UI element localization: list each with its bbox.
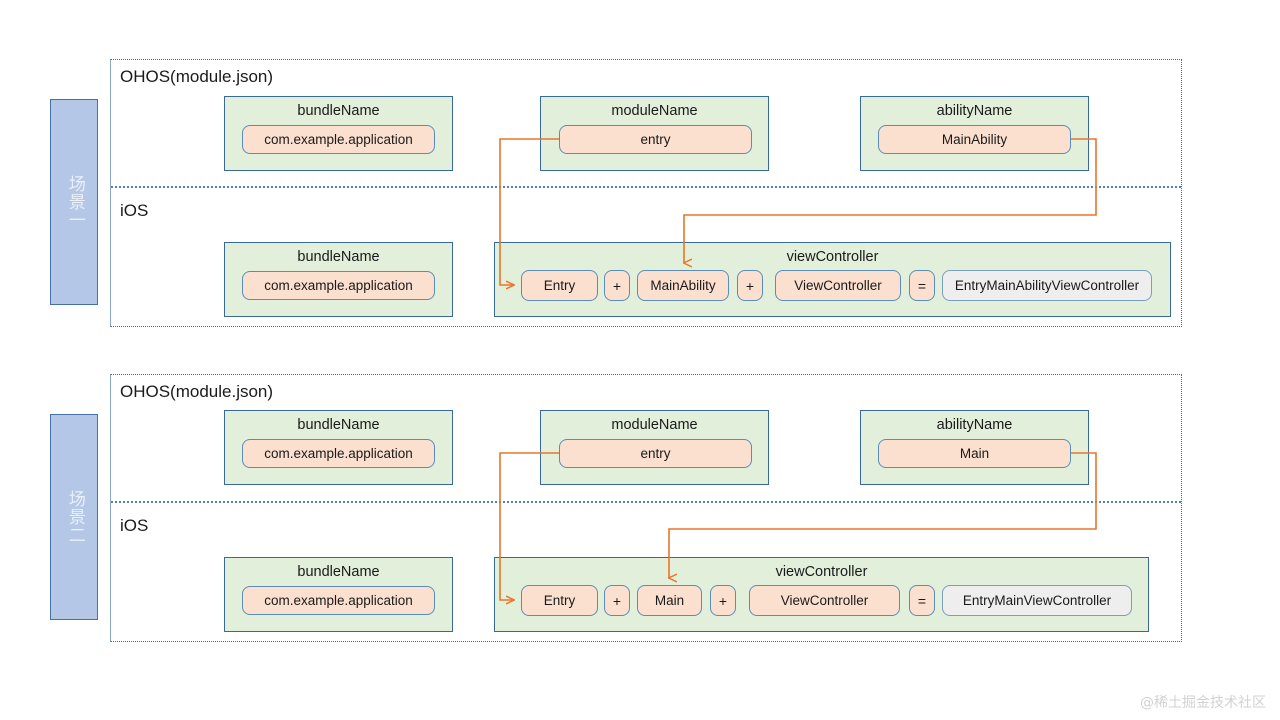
scenario-2-ios-part-equals: = [909, 585, 935, 616]
scenario-tab-2: 场景二 [50, 414, 98, 620]
scenario-1-ohos-bundlename-title: bundleName [297, 103, 380, 119]
scenario-1-ios-bundlename-value[interactable]: com.example.application [242, 271, 435, 300]
scenario-2-ios-bundlename-value[interactable]: com.example.application [242, 586, 435, 615]
diagram-canvas: 场景一 OHOS(module.json) iOS bundleName com… [0, 0, 1280, 720]
scenario-1-ios-part-abilityname[interactable]: MainAbility [637, 270, 729, 301]
scenario-tab-1-label: 场景一 [64, 175, 85, 229]
scenario-2-ohos-label: OHOS(module.json) [120, 382, 274, 401]
scenario-1-ohos-abilityname-value[interactable]: MainAbility [878, 125, 1071, 154]
scenario-2-ios-part-plus-2: + [710, 585, 736, 616]
scenario-2-ohos-bundlename-title: bundleName [297, 417, 380, 433]
scenario-2-ohos-modulename-value[interactable]: entry [559, 439, 752, 468]
scenario-1-ios-part-viewcontroller[interactable]: ViewController [775, 270, 901, 301]
scenario-1-ios-part-plus-2: + [737, 270, 763, 301]
scenario-tab-2-label: 场景二 [64, 490, 85, 544]
scenario-1-ios-viewcontroller-title: viewController [786, 249, 879, 265]
scenario-2-ios-part-plus-1: + [604, 585, 630, 616]
scenario-1-ohos-modulename-value[interactable]: entry [559, 125, 752, 154]
scenario-2-ios-part-entry[interactable]: Entry [521, 585, 598, 616]
scenario-1-ios-label: iOS [120, 201, 149, 220]
scenario-2-ios-part-abilityname[interactable]: Main [637, 585, 702, 616]
scenario-2-ohos-bundlename-value[interactable]: com.example.application [242, 439, 435, 468]
scenario-2-ios-part-viewcontroller[interactable]: ViewController [749, 585, 900, 616]
scenario-1-ohos-abilityname-title: abilityName [936, 103, 1013, 119]
scenario-2-os-divider [111, 501, 1181, 503]
scenario-2-ios-label: iOS [120, 516, 149, 535]
scenario-2-ohos-abilityname-value[interactable]: Main [878, 439, 1071, 468]
watermark: @稀土掘金技术社区 [1140, 695, 1266, 711]
scenario-1-ios-part-result[interactable]: EntryMainAbilityViewController [942, 270, 1152, 301]
scenario-2-ios-bundlename-title: bundleName [297, 564, 380, 580]
scenario-1-ohos-modulename-title: moduleName [611, 103, 698, 119]
scenario-tab-1: 场景一 [50, 99, 98, 305]
scenario-2-ios-viewcontroller-title: viewController [775, 564, 868, 580]
scenario-1-ios-bundlename-title: bundleName [297, 249, 380, 265]
scenario-1-os-divider [111, 186, 1181, 188]
scenario-2-ohos-abilityname-title: abilityName [936, 417, 1013, 433]
scenario-2-ohos-modulename-title: moduleName [611, 417, 698, 433]
scenario-1-ios-part-equals: = [909, 270, 935, 301]
scenario-1-ohos-label: OHOS(module.json) [120, 67, 274, 86]
scenario-1-ios-part-entry[interactable]: Entry [521, 270, 598, 301]
scenario-1-ios-part-plus-1: + [604, 270, 630, 301]
scenario-2-ios-part-result[interactable]: EntryMainViewController [942, 585, 1132, 616]
scenario-1-ohos-bundlename-value[interactable]: com.example.application [242, 125, 435, 154]
